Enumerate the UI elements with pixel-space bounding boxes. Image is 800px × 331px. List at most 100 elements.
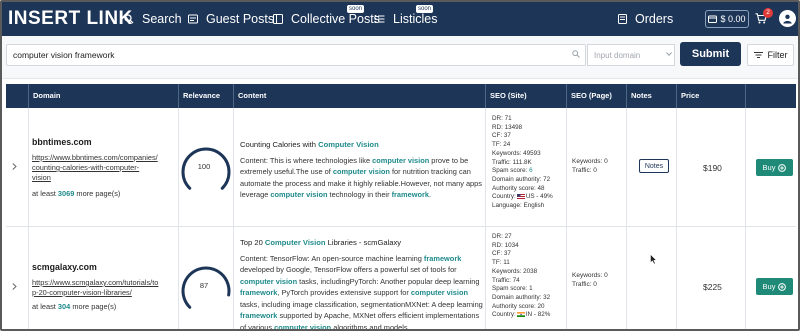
page-keywords: Keywords: 0 — [572, 272, 608, 279]
more-suffix: more page(s) — [76, 189, 121, 198]
keyword-highlight: computer vision — [410, 288, 468, 297]
more-pages-text: at least 304 more page(s) — [32, 302, 116, 311]
buy-button[interactable]: Buy — [756, 159, 793, 176]
relevance-score: 100 — [197, 162, 211, 171]
country-suffix: US - 49% — [525, 193, 553, 201]
nav-orders[interactable]: Orders — [618, 12, 673, 26]
column-header-domain: Domain — [28, 84, 178, 108]
notes-button[interactable]: Notes — [639, 159, 669, 173]
seo-dr: DR: 71 — [492, 115, 512, 122]
seo-site-metrics: DR: 71 RD: 13498 CF: 37 TF: 24 Keywords:… — [492, 115, 553, 211]
column-divider — [485, 108, 486, 226]
nav-guest-posts-label: Guest Posts — [206, 12, 275, 26]
wallet-balance[interactable]: $ 0.00 — [705, 10, 749, 28]
nav-collective-posts[interactable]: Collective Posts soon — [273, 5, 380, 26]
content-part: tasks, including image classification, s… — [240, 299, 483, 309]
content-part: algorithms and models. — [331, 322, 410, 331]
content-title[interactable]: Top 20 Computer Vision Libraries - scmGa… — [240, 237, 485, 249]
content-title[interactable]: Counting Calories with Computer Vision — [240, 139, 485, 151]
search-input[interactable]: computer vision framework — [6, 44, 586, 66]
buy-label: Buy — [762, 282, 776, 291]
seo-keywords: Keywords: 49593 — [492, 149, 541, 157]
column-header-relevance: Relevance — [178, 84, 233, 108]
keyword-highlight: framework — [240, 311, 278, 320]
expand-row-chevron-icon[interactable] — [12, 163, 17, 170]
spam-value: 1 — [529, 285, 533, 293]
seo-spam-score: Spam score: 1 — [492, 285, 550, 294]
expand-row-chevron-icon[interactable] — [12, 283, 17, 290]
more-pages-count: 304 — [57, 302, 71, 311]
column-divider — [626, 227, 627, 329]
nav-search-label: Search — [142, 12, 182, 26]
country-prefix: Country: — [492, 193, 516, 201]
keyword-highlight: computer vision — [240, 276, 298, 286]
column-divider — [676, 108, 677, 226]
seo-country: Country: IN - 82% — [492, 311, 550, 320]
column-divider — [28, 227, 29, 329]
price: $190 — [703, 163, 722, 173]
spam-label: Spam score: — [492, 167, 530, 175]
domain-name[interactable]: bbntimes.com — [32, 137, 92, 147]
seo-authority-score: Authority score: 48 — [492, 184, 545, 192]
keyword-highlight: computer vision — [372, 155, 430, 165]
avatar[interactable] — [779, 10, 796, 27]
relevance-gauge — [181, 266, 231, 309]
keyword-highlight: computer vision — [270, 190, 328, 199]
plus-circle-icon — [778, 282, 787, 291]
seo-language: Language: English — [492, 202, 545, 210]
guest-posts-icon — [188, 14, 198, 24]
action-column-header — [745, 84, 796, 108]
search-icon — [124, 14, 134, 24]
page-traffic: Traffic: 0 — [572, 167, 597, 174]
buy-button[interactable]: Buy — [756, 278, 793, 295]
keyword-highlight: computer vision — [332, 167, 390, 176]
spam-value: 6 — [529, 167, 533, 175]
content-part: tasks, includingPyTorch: Another popular… — [297, 276, 480, 286]
table-row: bbntimes.com https://www.bbntimes.com/co… — [6, 108, 796, 227]
content-snippet: Counting Calories with Computer Vision C… — [240, 139, 485, 201]
content-part: Content: TensorFlow: An open-source mach… — [240, 253, 424, 263]
content-title-prefix: Counting Calories with — [240, 140, 319, 149]
plus-circle-icon — [778, 163, 787, 172]
seo-country: Country: US - 49% — [492, 193, 553, 202]
results-table-header: Domain Relevance Content SEO (Site) SEO … — [6, 84, 796, 108]
seo-tf: TF: 11 — [492, 259, 510, 267]
chevron-down-icon — [666, 52, 672, 56]
column-divider — [626, 108, 627, 226]
more-suffix: more page(s) — [72, 302, 117, 311]
keyword-highlight: framework — [391, 190, 429, 199]
domain-url[interactable]: https://www.scmgalaxy.com/tutorials/to p… — [32, 278, 182, 298]
nav-listicles[interactable]: Listicles soon — [374, 5, 437, 26]
column-divider — [745, 227, 746, 329]
domain-url[interactable]: https://www.bbntimes.com/companies/ coun… — [32, 153, 177, 183]
domain-input[interactable]: Input domain — [587, 44, 675, 66]
domain-name[interactable]: scmgalaxy.com — [32, 262, 97, 272]
seo-traffic: Traffic: 111.8K — [492, 158, 532, 166]
url-line: p-20-computer-vision-libraries/ — [32, 288, 132, 297]
url-line: counting-calories-with-computer- — [32, 163, 140, 172]
keyword-highlight: computer vision — [274, 322, 332, 331]
keyword-highlight: framework — [240, 288, 278, 297]
more-prefix: at least — [32, 189, 56, 198]
page-keywords: Keywords: 0 — [572, 158, 608, 165]
filter-icon — [753, 52, 763, 58]
column-divider — [745, 108, 746, 226]
seo-domain-authority: Domain authority: 32 — [492, 293, 551, 301]
more-pages-text: at least 3069 more page(s) — [32, 189, 120, 198]
mouse-cursor-icon — [650, 254, 657, 265]
logo[interactable]: INSERT LINK — [8, 8, 133, 30]
content-part: technology in their — [327, 190, 392, 199]
nav-search[interactable]: Search — [124, 12, 182, 26]
wallet-icon — [708, 15, 718, 23]
filter-button[interactable]: Filter — [747, 44, 794, 66]
seo-spam-score: Spam score: 6 — [492, 167, 553, 176]
user-icon — [783, 14, 792, 24]
submit-button[interactable]: Submit — [680, 42, 741, 66]
seo-traffic: Traffic: 74 — [492, 276, 520, 284]
nav-guest-posts[interactable]: Guest Posts — [188, 12, 274, 26]
filter-label: Filter — [767, 50, 788, 60]
soon-badge: soon — [416, 5, 434, 13]
cart-count-badge: 2 — [763, 8, 773, 18]
keyword-highlight: framework — [423, 253, 462, 263]
column-header-seo-site: SEO (Site) — [485, 84, 566, 108]
